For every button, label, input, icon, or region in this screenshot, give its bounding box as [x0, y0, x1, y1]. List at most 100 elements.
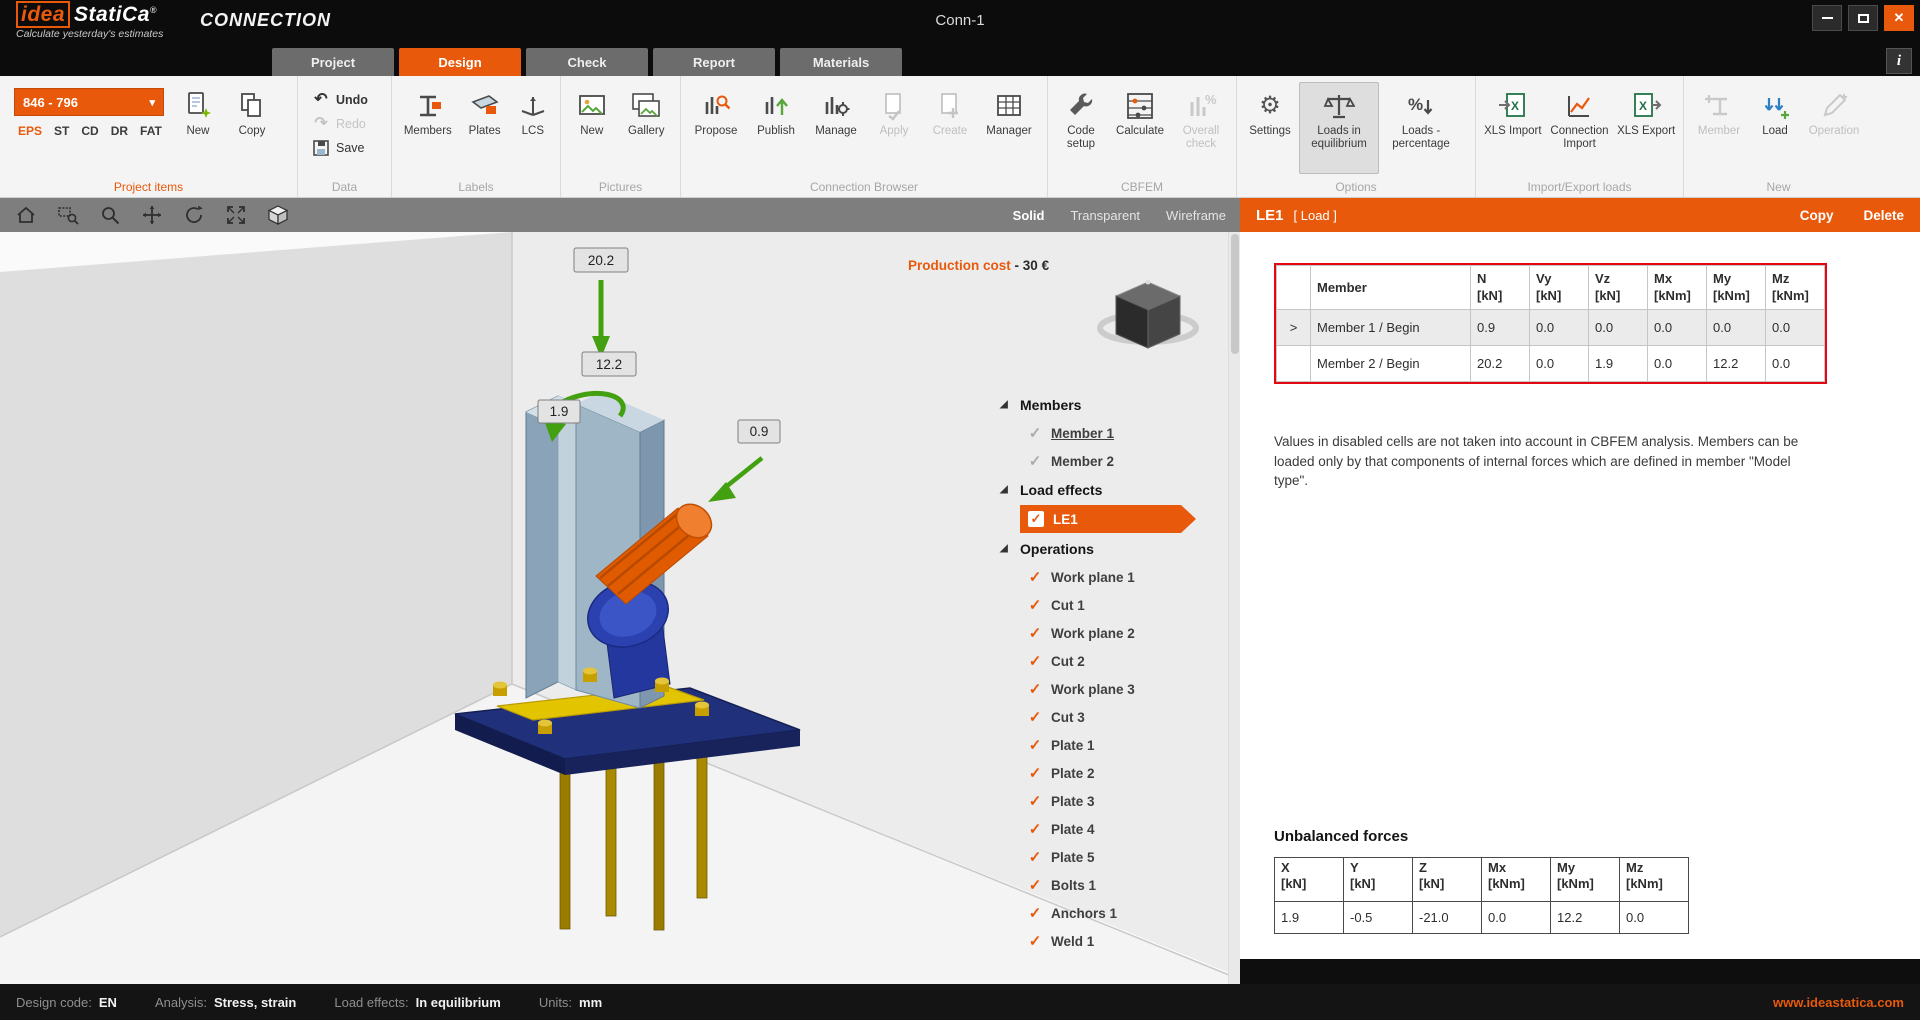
xls-export-button[interactable]: X XLS Export [1615, 82, 1677, 174]
tree-item-bolts-1[interactable]: ✓Bolts 1 [1000, 871, 1226, 899]
check-icon[interactable]: ✓ [1027, 424, 1043, 442]
check-icon[interactable]: ✓ [1027, 764, 1043, 782]
check-icon[interactable]: ✓ [1027, 452, 1043, 470]
code-cd[interactable]: CD [81, 124, 98, 138]
tab-design[interactable]: Design [399, 48, 521, 76]
loads-in-equilibrium-button[interactable]: Loads in equilibrium [1299, 82, 1379, 174]
create-button[interactable]: Create [923, 82, 977, 174]
tree-item-cut-1[interactable]: ✓Cut 1 [1000, 591, 1226, 619]
minimize-button[interactable] [1812, 5, 1842, 31]
check-icon[interactable]: ✓ [1027, 708, 1043, 726]
check-icon[interactable]: ✓ [1027, 652, 1043, 670]
tree-item-member-1[interactable]: ✓ Member 1 [1000, 419, 1226, 447]
cell-n[interactable]: 0.9 [1471, 310, 1530, 346]
overall-check-button[interactable]: % Overall check [1172, 82, 1230, 174]
copy-project-item-button[interactable]: Copy [226, 82, 278, 174]
undo-button[interactable]: ↶ Undo [312, 90, 368, 110]
tab-check[interactable]: Check [526, 48, 648, 76]
check-icon[interactable]: ✓ [1027, 624, 1043, 642]
tab-project[interactable]: Project [272, 48, 394, 76]
check-icon[interactable]: ✓ [1027, 568, 1043, 586]
labels-plates-button[interactable]: Plates [460, 82, 510, 174]
save-button[interactable]: Save [312, 138, 368, 158]
labels-lcs-button[interactable]: LCS [512, 82, 554, 174]
check-icon[interactable]: ✓ [1027, 736, 1043, 754]
cell-my[interactable]: 0.0 [1707, 310, 1766, 346]
loads-percentage-button[interactable]: % Loads - percentage [1381, 82, 1461, 174]
table-row-member-2[interactable]: Member 2 / Begin 20.2 0.0 1.9 0.0 12.2 0… [1277, 346, 1825, 382]
tab-materials[interactable]: Materials [780, 48, 902, 76]
tree-item-anchors-1[interactable]: ✓Anchors 1 [1000, 899, 1226, 927]
cell-mz[interactable]: 0.0 [1766, 310, 1825, 346]
render-mode-wireframe[interactable]: Wireframe [1166, 208, 1226, 223]
code-eps[interactable]: EPS [18, 124, 42, 138]
new-project-item-button[interactable]: New [172, 82, 224, 174]
tree-item-le1-selected[interactable]: ✓ LE1 [1020, 505, 1196, 533]
cell-mz[interactable]: 0.0 [1766, 346, 1825, 382]
check-icon[interactable]: ✓ [1027, 848, 1043, 866]
viewport-scrollbar[interactable] [1228, 232, 1240, 984]
check-icon[interactable]: ✓ [1027, 876, 1043, 894]
code-fat[interactable]: FAT [140, 124, 162, 138]
scrollbar-thumb[interactable] [1231, 234, 1239, 354]
home-view-button[interactable] [14, 203, 38, 227]
delete-load-button[interactable]: Delete [1863, 208, 1904, 223]
cell-mx[interactable]: 0.0 [1648, 310, 1707, 346]
copy-load-button[interactable]: Copy [1800, 208, 1834, 223]
project-item-dropdown[interactable]: 846 - 796 ▾ [14, 88, 164, 116]
propose-button[interactable]: Propose [687, 82, 745, 174]
labels-members-button[interactable]: Members [398, 82, 458, 174]
tree-item-cut-3[interactable]: ✓Cut 3 [1000, 703, 1226, 731]
tree-item-work-plane-3[interactable]: ✓Work plane 3 [1000, 675, 1226, 703]
settings-button[interactable]: ⚙ Settings [1243, 82, 1297, 174]
tree-item-member-2[interactable]: ✓ Member 2 [1000, 447, 1226, 475]
tree-item-plate-1[interactable]: ✓Plate 1 [1000, 731, 1226, 759]
tree-item-plate-3[interactable]: ✓Plate 3 [1000, 787, 1226, 815]
pan-button[interactable] [140, 203, 164, 227]
xls-import-button[interactable]: X XLS Import [1482, 82, 1544, 174]
tree-group-members[interactable]: ◢ Members [1000, 390, 1226, 419]
new-member-button[interactable]: Member [1690, 82, 1748, 174]
cell-n[interactable]: 20.2 [1471, 346, 1530, 382]
cell-vz[interactable]: 0.0 [1589, 310, 1648, 346]
new-operation-button[interactable]: Operation [1802, 82, 1866, 174]
render-mode-solid[interactable]: Solid [1013, 208, 1045, 223]
new-load-button[interactable]: Load [1750, 82, 1800, 174]
tree-item-weld-1[interactable]: ✓Weld 1 [1000, 927, 1226, 955]
maximize-button[interactable] [1848, 5, 1878, 31]
zoom-window-button[interactable] [56, 203, 80, 227]
load-effects-table[interactable]: Member N[kN] Vy[kN] Vz[kN] Mx[kNm] My[kN… [1276, 265, 1825, 382]
code-dr[interactable]: DR [111, 124, 128, 138]
website-link[interactable]: www.ideastatica.com [1773, 995, 1904, 1010]
calculate-button[interactable]: Calculate [1110, 82, 1170, 174]
row-selector-icon[interactable]: > [1277, 310, 1311, 346]
info-button[interactable]: i [1886, 48, 1912, 74]
publish-button[interactable]: Publish [747, 82, 805, 174]
tree-item-plate-5[interactable]: ✓Plate 5 [1000, 843, 1226, 871]
check-icon[interactable]: ✓ [1027, 904, 1043, 922]
rotate-view-button[interactable] [182, 203, 206, 227]
picture-new-button[interactable]: New [567, 82, 617, 174]
redo-button[interactable]: ↷ Redo [312, 114, 368, 134]
cell-my[interactable]: 12.2 [1707, 346, 1766, 382]
cell-vz[interactable]: 1.9 [1589, 346, 1648, 382]
tree-group-load-effects[interactable]: ◢ Load effects [1000, 475, 1226, 504]
navigation-cube[interactable] [1088, 266, 1214, 358]
isometric-view-button[interactable] [266, 203, 290, 227]
cell-vy[interactable]: 0.0 [1530, 346, 1589, 382]
check-icon[interactable]: ✓ [1027, 680, 1043, 698]
tab-report[interactable]: Report [653, 48, 775, 76]
code-st[interactable]: ST [54, 124, 69, 138]
tree-item-plate-2[interactable]: ✓Plate 2 [1000, 759, 1226, 787]
zoom-button[interactable] [98, 203, 122, 227]
tree-group-operations[interactable]: ◢ Operations [1000, 534, 1226, 563]
close-button[interactable]: ✕ [1884, 5, 1914, 31]
cell-vy[interactable]: 0.0 [1530, 310, 1589, 346]
check-icon[interactable]: ✓ [1027, 932, 1043, 950]
checkbox-checked-icon[interactable]: ✓ [1028, 511, 1044, 527]
check-icon[interactable]: ✓ [1027, 820, 1043, 838]
tree-item-plate-4[interactable]: ✓Plate 4 [1000, 815, 1226, 843]
render-mode-transparent[interactable]: Transparent [1070, 208, 1140, 223]
picture-gallery-button[interactable]: Gallery [619, 82, 674, 174]
scene-canvas[interactable]: 20.2 12.2 1.9 0.9 [0, 232, 1240, 984]
